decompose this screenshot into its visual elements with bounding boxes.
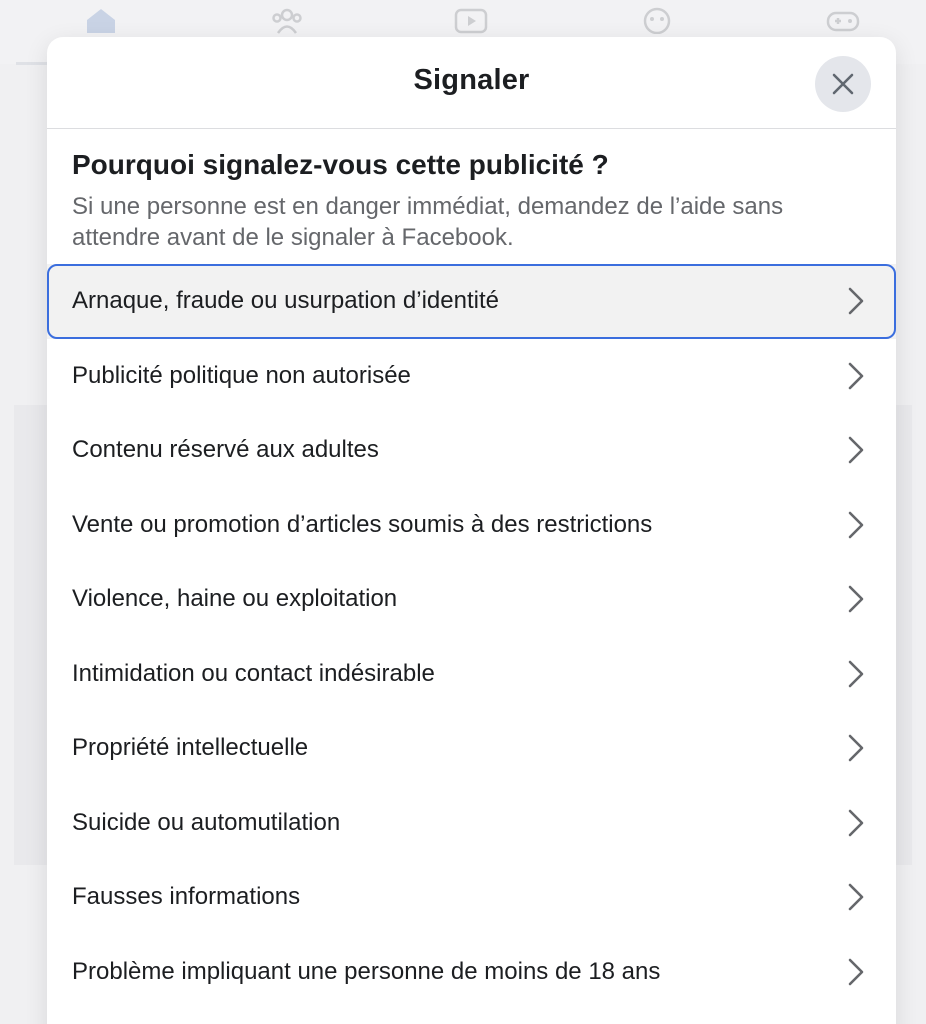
- option-intellectual-property[interactable]: Propriété intellectuelle: [47, 711, 896, 786]
- chevron-right-icon: [848, 883, 864, 911]
- report-subtitle: Si une personne est en danger immédiat, …: [72, 193, 784, 251]
- report-dialog: Signaler Pourquoi signalez-vous cette pu…: [47, 37, 896, 1024]
- report-options-list: Arnaque, fraude ou usurpation d’identité…: [47, 264, 896, 1009]
- option-label: Publicité politique non autorisée: [72, 361, 411, 389]
- close-icon: [832, 73, 854, 95]
- close-button[interactable]: [815, 56, 871, 112]
- chevron-right-icon: [848, 362, 864, 390]
- option-minor-involved[interactable]: Problème impliquant une personne de moin…: [47, 935, 896, 1010]
- home-icon: [87, 9, 115, 33]
- option-violence-hate[interactable]: Violence, haine ou exploitation: [47, 562, 896, 637]
- option-label: Intimidation ou contact indésirable: [72, 659, 435, 687]
- dialog-title: Signaler: [413, 64, 530, 96]
- option-false-information[interactable]: Fausses informations: [47, 860, 896, 935]
- chevron-right-icon: [848, 436, 864, 464]
- option-bullying[interactable]: Intimidation ou contact indésirable: [47, 637, 896, 712]
- video-icon: [454, 8, 488, 34]
- chevron-right-icon: [848, 734, 864, 762]
- chevron-right-icon: [848, 809, 864, 837]
- option-label: Contenu réservé aux adultes: [72, 436, 379, 464]
- option-restricted-items[interactable]: Vente ou promotion d’articles soumis à d…: [47, 488, 896, 563]
- option-label: Fausses informations: [72, 883, 301, 911]
- chevron-right-icon: [848, 660, 864, 688]
- option-scam-fraud[interactable]: Arnaque, fraude ou usurpation d’identité: [47, 264, 896, 339]
- option-label: Propriété intellectuelle: [72, 734, 309, 762]
- gaming-icon: [826, 11, 860, 32]
- chevron-right-icon: [848, 287, 864, 315]
- chevron-right-icon: [848, 958, 864, 986]
- option-label: Problème impliquant une personne de moin…: [72, 957, 661, 985]
- option-adult-content[interactable]: Contenu réservé aux adultes: [47, 413, 896, 488]
- option-label: Arnaque, fraude ou usurpation d’identité: [72, 287, 499, 315]
- marketplace-icon: [643, 7, 671, 34]
- chevron-right-icon: [848, 511, 864, 539]
- option-label: Violence, haine ou exploitation: [72, 585, 398, 613]
- dialog-header: Signaler: [47, 37, 896, 129]
- option-label: Vente ou promotion d’articles soumis à d…: [72, 510, 653, 538]
- option-label: Suicide ou automutilation: [72, 808, 341, 836]
- groups-icon: [272, 8, 302, 34]
- report-question: Pourquoi signalez-vous cette publicité ?: [72, 149, 609, 180]
- option-political-ad[interactable]: Publicité politique non autorisée: [47, 339, 896, 414]
- option-self-harm[interactable]: Suicide ou automutilation: [47, 786, 896, 861]
- chevron-right-icon: [848, 585, 864, 613]
